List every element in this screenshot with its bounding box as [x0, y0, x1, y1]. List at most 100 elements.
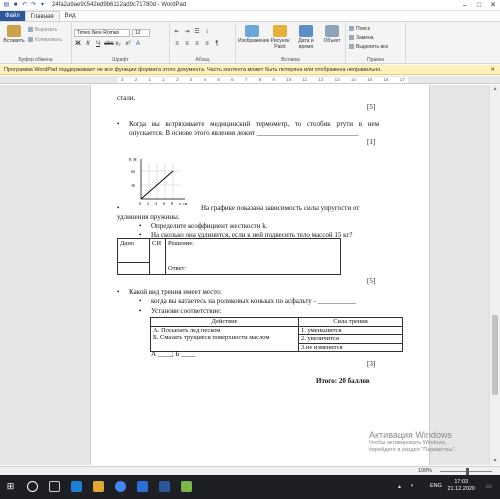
superscript-button[interactable]: x² [124, 41, 132, 48]
option-1: 1. уменьшится [298, 325, 403, 335]
network-icon[interactable]: ▴ [398, 483, 401, 490]
insert-image-label: Изображение [238, 38, 270, 44]
language-indicator[interactable]: ENG [430, 483, 442, 489]
align-left-icon[interactable]: ≡ [173, 41, 181, 48]
word-icon[interactable] [159, 481, 170, 492]
ruler-tick: 1 [148, 77, 152, 82]
paragraph-icon[interactable]: ¶ [213, 41, 221, 48]
scroll-up-icon[interactable]: ▲ [491, 86, 499, 92]
find-button[interactable]: Поиск [349, 26, 370, 32]
close-button[interactable]: ✕ [486, 0, 500, 11]
align-right-icon[interactable]: ≡ [193, 41, 201, 48]
cut-button[interactable]: Вырезать [28, 27, 57, 33]
ribbon: Вставить Вырезать Копировать Буфер обмен… [0, 21, 500, 64]
italic-button[interactable]: К [84, 41, 92, 48]
cell-solution[interactable]: Решение: Ответ: [165, 238, 341, 275]
minimize-button[interactable]: – [458, 0, 472, 11]
customize-toolbar-icon[interactable]: ▾ [39, 2, 46, 9]
font-color-button[interactable]: A [134, 41, 142, 48]
underline-button[interactable]: Ч [94, 41, 102, 48]
paint-drawing-button[interactable]: Рисунок Paint [268, 25, 292, 50]
infobar-close-icon[interactable]: ✕ [490, 65, 495, 75]
calendar-icon [299, 25, 313, 37]
insert-group: Изображение Рисунок Paint Дата и время О… [236, 23, 346, 64]
scroll-down-icon[interactable]: ▼ [491, 458, 499, 464]
maximize-button[interactable]: □ [472, 0, 486, 11]
decrease-indent-icon[interactable]: ⇤ [173, 29, 181, 36]
file-explorer-icon[interactable] [93, 481, 104, 492]
paste-label: Вставить [3, 38, 25, 44]
select-all-button[interactable]: Выделить все [349, 44, 388, 50]
zoom-level: 100% [418, 468, 433, 474]
replace-label: Замена [356, 35, 374, 41]
wordpad-app-icon[interactable]: ▤ [3, 2, 10, 9]
bullet-thermometer: • [117, 120, 120, 128]
clock[interactable]: 17:03 21.12.2020 [447, 479, 475, 493]
ruler-tick: 6 [231, 77, 234, 82]
ruler-tick: 5 [217, 77, 220, 82]
tab-home[interactable]: Главная [24, 11, 60, 21]
taskbar: ⊞ ▴ ◖ ENG 17:03 21.12.2020 ▭ [0, 475, 500, 499]
subscript-button[interactable]: x₂ [114, 41, 122, 48]
paste-button[interactable]: Вставить [3, 25, 25, 44]
paragraph-group-label: Абзац [195, 57, 210, 63]
ruler-tick: 2 [176, 77, 179, 82]
bold-button[interactable]: Ж [74, 41, 82, 48]
paint-icon [273, 25, 287, 37]
mark-5-second: [5] [367, 277, 376, 285]
zoom-slider-knob[interactable] [466, 468, 469, 475]
font-format-row: Ж К Ч abc x₂ x² A [74, 41, 142, 48]
ruler-tick: 1 [162, 77, 165, 82]
date-time-button[interactable]: Дата и время [294, 25, 318, 50]
text-ab-answer: А ____; Б ____ [151, 350, 196, 358]
chrome-icon[interactable] [115, 481, 126, 492]
document-page[interactable]: стали. [5] • Когда вы встряхиваете медиц… [90, 85, 430, 465]
save-icon[interactable]: ■ [12, 2, 19, 9]
increase-indent-icon[interactable]: ⇥ [183, 29, 191, 36]
task-view-icon[interactable] [49, 481, 60, 492]
answer-label: Ответ: [168, 265, 187, 272]
solution-label: Решение: [168, 240, 194, 247]
insert-image-button[interactable]: Изображение [238, 25, 270, 44]
watermark-line-2: Чтобы активировать Windows, [369, 440, 447, 446]
notifications-icon[interactable]: ▭ [486, 483, 492, 490]
cell-given[interactable]: Дано [117, 238, 150, 263]
cut-icon [28, 27, 33, 32]
edge-icon[interactable] [71, 481, 82, 492]
font-group: Times New Roman 12 Ж К Ч abc x₂ x² A Шри… [72, 23, 170, 64]
editing-group-label: Правка [367, 57, 384, 63]
solution-table: Дано СИ Решение: Ответ: [117, 238, 341, 275]
font-group-label: Шрифт [112, 57, 129, 63]
wordpad-taskbar-icon[interactable] [137, 481, 148, 492]
copy-button[interactable]: Копировать [28, 37, 62, 43]
undo-icon[interactable]: ↶ [21, 2, 28, 9]
cell-si[interactable]: СИ [149, 238, 166, 275]
text-total: Итого: 20 баллов [316, 377, 370, 385]
replace-button[interactable]: Замена [349, 35, 374, 41]
cut-label: Вырезать [35, 27, 58, 33]
tab-file[interactable]: Файл [0, 11, 25, 21]
insert-object-button[interactable]: Объект [320, 25, 344, 44]
vertical-scrollbar[interactable]: ▲ ▼ [489, 85, 500, 465]
font-size-select[interactable]: 12 [132, 29, 150, 37]
bullets-icon[interactable]: ☰ [193, 29, 201, 36]
ruler-tick: 10 [286, 77, 292, 82]
ruler-scale[interactable]: 3 2 1 1 2 3 4 5 6 7 8 9 10 11 12 13 14 15 16 17 [118, 77, 408, 83]
paint-drawing-label: Рисунок Paint [270, 38, 290, 50]
search-icon[interactable] [27, 481, 38, 492]
justify-icon[interactable]: ≡ [203, 41, 211, 48]
align-center-icon[interactable]: ≡ [183, 41, 191, 48]
volume-icon[interactable]: ◖ [410, 483, 414, 489]
start-icon[interactable]: ⊞ [5, 481, 16, 492]
cell-actions[interactable]: А. Посыпать лед песком Б. Смазать трущие… [150, 325, 299, 352]
text-thermometer: Когда вы встряхиваете медицинский термом… [129, 120, 379, 137]
cell-given-empty[interactable] [117, 262, 150, 275]
strikethrough-button[interactable]: abc [104, 41, 114, 48]
redo-icon[interactable]: ↷ [30, 2, 37, 9]
graph-y-tick-60: 60 [131, 169, 135, 174]
app-icon[interactable] [181, 481, 192, 492]
tab-view[interactable]: Вид [60, 11, 81, 21]
line-spacing-icon[interactable]: ↕ [203, 29, 211, 36]
scroll-thumb[interactable] [492, 315, 498, 395]
font-family-select[interactable]: Times New Roman [74, 29, 130, 37]
